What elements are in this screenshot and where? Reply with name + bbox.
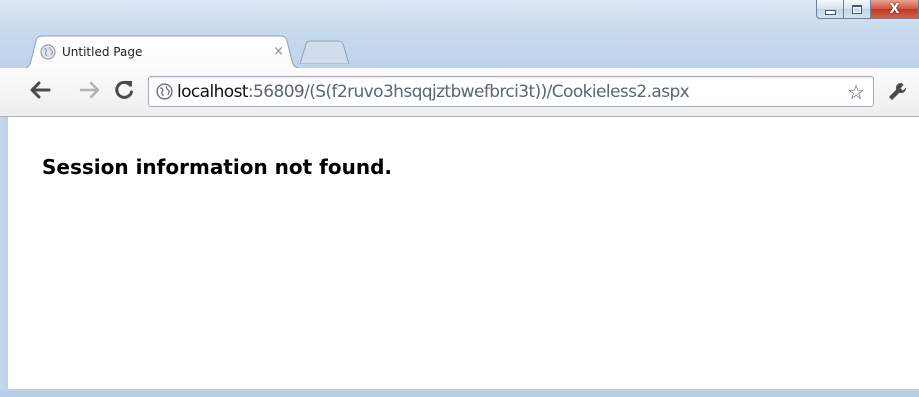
tab-untitled-page[interactable]: Untitled Page × xyxy=(22,35,304,69)
tab-close-icon[interactable]: × xyxy=(273,45,284,58)
forward-arrow-icon xyxy=(79,81,100,99)
close-window-button[interactable]: X xyxy=(871,0,919,19)
maximize-icon xyxy=(852,4,862,14)
reload-button[interactable] xyxy=(112,78,136,102)
new-tab-button[interactable] xyxy=(296,40,356,64)
browser-toolbar: localhost:56809/(S(f2ruvo3hsqqjztbwefbrc… xyxy=(0,68,919,117)
wrench-icon[interactable] xyxy=(886,80,910,104)
window-frame-left xyxy=(0,74,8,397)
browser-window: X Untitled Page × localhost:56809/(S(f2r… xyxy=(0,0,919,397)
url-host: localhost xyxy=(177,82,249,102)
page-content: Session information not found. xyxy=(8,117,919,389)
tab-content: Untitled Page xyxy=(40,39,142,65)
reload-icon xyxy=(115,80,133,99)
star-icon[interactable]: ☆ xyxy=(847,80,865,104)
window-frame-bottom xyxy=(0,389,919,397)
maximize-button[interactable] xyxy=(844,0,871,19)
tab-title: Untitled Page xyxy=(62,45,143,59)
url-text[interactable]: localhost:56809/(S(f2ruvo3hsqqjztbwefbrc… xyxy=(177,81,690,103)
globe-icon xyxy=(156,83,173,100)
minimize-button[interactable] xyxy=(816,0,844,19)
forward-button[interactable] xyxy=(78,78,102,102)
url-path: :56809/(S(f2ruvo3hsqqjztbwefbrci3t))/Coo… xyxy=(247,82,690,102)
address-bar[interactable]: localhost:56809/(S(f2ruvo3hsqqjztbwefbrc… xyxy=(148,76,874,107)
globe-icon xyxy=(40,44,56,60)
close-icon: X xyxy=(889,1,900,17)
session-message: Session information not found. xyxy=(42,155,392,179)
back-button[interactable] xyxy=(28,78,52,102)
caption-buttons: X xyxy=(816,0,919,20)
minimize-icon xyxy=(824,9,836,15)
back-arrow-icon xyxy=(30,81,51,99)
